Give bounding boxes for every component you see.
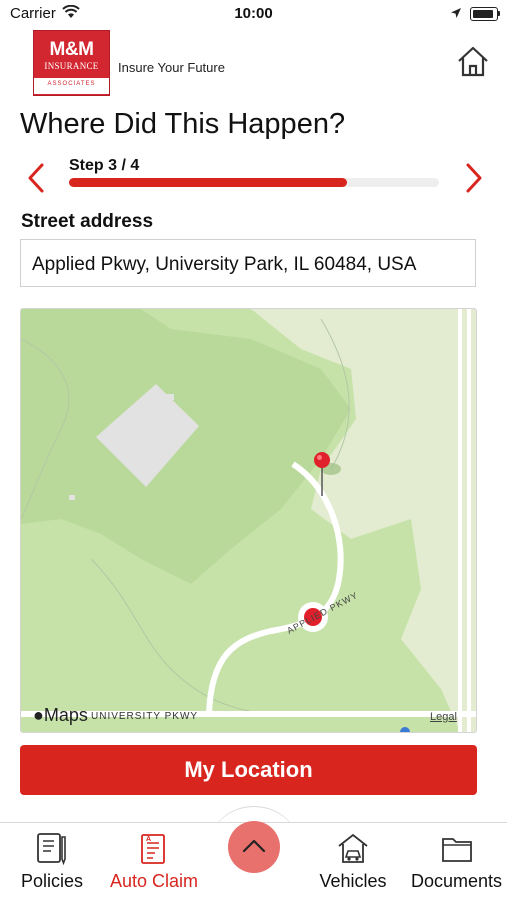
tagline: Insure Your Future: [118, 60, 225, 75]
battery-tip: [498, 11, 500, 16]
step-progress-fill: [69, 178, 347, 187]
previous-step-button[interactable]: [22, 160, 52, 196]
folder-icon: [439, 831, 475, 867]
claim-form-icon: A: [136, 831, 172, 867]
tab-auto-claim[interactable]: A Auto Claim: [104, 823, 204, 901]
home-icon: [458, 46, 488, 77]
home-button[interactable]: [456, 44, 490, 80]
tab-vehicles[interactable]: Vehicles: [300, 823, 406, 901]
tab-policies[interactable]: Policies: [0, 823, 104, 901]
next-step-button[interactable]: [458, 160, 488, 196]
car-house-icon: [335, 831, 371, 867]
street-address-label: Street address: [21, 211, 154, 232]
map-canvas: APPLIED PKWY: [21, 309, 476, 732]
tab-label-documents: Documents: [410, 871, 503, 891]
street-address-field[interactable]: Applied Pkwy, University Park, IL 60484,…: [20, 239, 476, 287]
street-address-value[interactable]: Applied Pkwy, University Park, IL 60484,…: [32, 254, 416, 276]
tab-label-policies: Policies: [20, 871, 84, 891]
chevron-left-icon: [28, 163, 44, 193]
logo-main-text: M&M: [49, 39, 94, 60]
apple-icon: ●: [33, 705, 44, 725]
chevron-right-icon: [466, 163, 482, 193]
logo-band-text: ASSOCIATES: [47, 81, 96, 87]
maps-brand-label: Maps: [43, 705, 88, 725]
tab-label-vehicles: Vehicles: [319, 871, 387, 891]
clock: 10:00: [234, 5, 273, 22]
company-logo: M&M INSURANCE ASSOCIATES: [33, 30, 110, 96]
tab-documents[interactable]: Documents: [406, 823, 507, 901]
step-label: Step 3 / 4: [69, 157, 140, 174]
page-title: Where Did This Happen?: [20, 108, 346, 140]
status-bar: Carrier 10:00: [0, 0, 507, 28]
chevron-up-icon: [242, 839, 266, 853]
map-view[interactable]: APPLIED PKWY UNIVERSITY PKWY ●Maps Legal: [20, 308, 477, 733]
logo-sub-text: INSURANCE: [44, 61, 99, 71]
battery-icon: [470, 7, 498, 21]
legal-link[interactable]: Legal: [430, 711, 457, 723]
svg-text:A: A: [146, 836, 151, 843]
maps-brand: ●Maps: [33, 705, 88, 726]
logo-band: ASSOCIATES: [34, 78, 109, 94]
tab-label-auto-claim: Auto Claim: [109, 871, 199, 891]
my-location-button[interactable]: My Location: [20, 745, 477, 795]
step-progress-bar: [69, 178, 439, 187]
university-pkwy-label: UNIVERSITY PKWY: [91, 711, 199, 722]
expand-menu-button[interactable]: [228, 821, 280, 873]
document-pen-icon: [34, 831, 70, 867]
location-arrow-icon: [450, 6, 462, 23]
